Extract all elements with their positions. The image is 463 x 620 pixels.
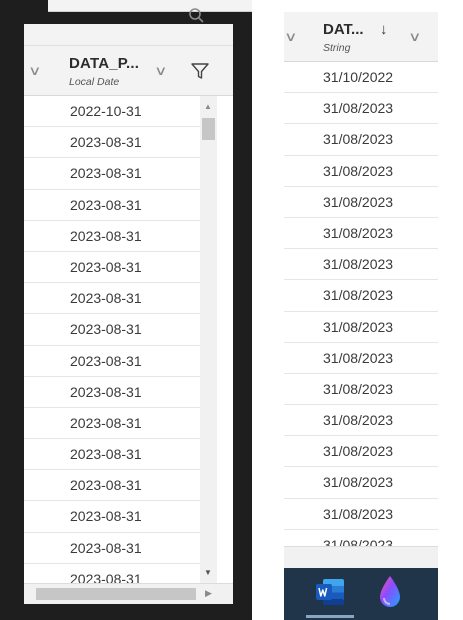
date-cell: 31/08/2023	[323, 131, 394, 148]
left-grid-subheader	[24, 24, 233, 46]
date-cell: 2023-08-31	[70, 165, 142, 182]
table-row[interactable]: 31/08/2023	[284, 156, 438, 187]
date-cell: 2023-08-31	[70, 352, 142, 369]
date-cell: 2022-10-31	[70, 103, 142, 119]
filter-icon[interactable]	[190, 61, 210, 81]
date-cell: 31/08/2023	[323, 443, 394, 460]
table-row[interactable]: 31/08/2023	[284, 374, 438, 406]
table-row[interactable]: 2023-08-31	[24, 221, 200, 252]
date-cell: 31/08/2023	[323, 318, 394, 335]
date-cell: 31/08/2023	[323, 256, 394, 273]
date-cell: 31/08/2023	[323, 505, 394, 522]
date-cell: 31/08/2023	[323, 100, 394, 117]
sort-descending-icon[interactable]: ↓	[380, 22, 388, 38]
table-row[interactable]: 31/08/2023	[284, 93, 438, 125]
date-cell: 2023-08-31	[70, 383, 142, 400]
table-row[interactable]: 2023-08-31	[24, 158, 200, 190]
date-cell: 2023-08-31	[70, 258, 142, 275]
active-app-indicator	[306, 615, 354, 618]
table-row[interactable]: 2023-08-31	[24, 533, 200, 564]
chevron-down-icon[interactable]: ∨	[28, 64, 41, 78]
vertical-scrollbar[interactable]: ▲ ▼	[200, 96, 217, 592]
scrollbar-thumb[interactable]	[36, 588, 196, 600]
date-cell: 2023-08-31	[70, 446, 142, 463]
chevron-down-icon[interactable]: ∨	[284, 30, 297, 44]
right-data-grid: ∨ DAT... String ↓ ∨ 31/10/2022 31/08/2023…	[284, 12, 438, 568]
table-row[interactable]: 31/08/2023	[284, 499, 438, 530]
column-type: String	[323, 42, 351, 54]
chevron-down-icon[interactable]: ∨	[408, 30, 421, 44]
right-row-list: 31/10/2022 31/08/2023 31/08/2023 31/08/2023…	[284, 62, 438, 561]
scroll-right-arrow-icon[interactable]: ▶	[205, 588, 212, 599]
table-row[interactable]: 2023-08-31	[24, 252, 200, 284]
date-cell: 31/08/2023	[323, 412, 394, 429]
scrollbar-thumb[interactable]	[202, 118, 215, 140]
table-row[interactable]: 2023-08-31	[24, 346, 200, 377]
table-row[interactable]: 2023-08-31	[24, 314, 200, 346]
date-cell: 31/08/2023	[323, 193, 394, 210]
left-grid-gutter	[217, 96, 233, 604]
table-row[interactable]: 31/08/2023	[284, 124, 438, 156]
search-icon[interactable]	[188, 8, 208, 24]
column-title: DAT...	[323, 21, 364, 38]
table-row[interactable]: 2023-08-31	[24, 470, 200, 502]
scroll-down-arrow-icon[interactable]: ▼	[204, 568, 212, 577]
table-row[interactable]: 2023-08-31	[24, 377, 200, 408]
table-row[interactable]: 31/10/2022	[284, 62, 438, 94]
left-window: ∨ DATA_P... Local Date ∨ 2022-10-31 2023-…	[0, 0, 252, 620]
taskbar	[284, 568, 438, 620]
date-cell: 31/08/2023	[323, 474, 394, 491]
date-cell: 2023-08-31	[70, 414, 142, 431]
table-row[interactable]: 31/08/2023	[284, 436, 438, 468]
date-cell: 2023-08-31	[70, 227, 142, 244]
table-row[interactable]: 2023-08-31	[24, 127, 200, 159]
date-cell: 2023-08-31	[70, 321, 142, 338]
table-row[interactable]: 31/08/2023	[284, 249, 438, 281]
table-row[interactable]: 31/08/2023	[284, 280, 438, 312]
date-cell: 31/10/2022	[323, 69, 394, 85]
horizontal-scrollbar[interactable]: ▶	[24, 583, 233, 604]
table-row[interactable]: 2023-08-31	[24, 501, 200, 533]
date-cell: 2023-08-31	[70, 477, 142, 494]
table-row[interactable]: 31/08/2023	[284, 218, 438, 250]
date-cell: 2023-08-31	[70, 539, 142, 556]
column-title: DATA_P...	[69, 55, 140, 72]
date-cell: 31/08/2023	[323, 224, 394, 241]
date-cell: 2023-08-31	[70, 196, 142, 213]
left-column-header[interactable]: ∨ DATA_P... Local Date ∨	[24, 46, 233, 96]
column-type: Local Date	[69, 76, 120, 88]
table-row[interactable]: 2023-08-31	[24, 439, 200, 471]
date-cell: 2023-08-31	[70, 134, 142, 151]
table-row[interactable]: 2023-08-31	[24, 408, 200, 440]
date-cell: 31/08/2023	[323, 349, 394, 366]
table-row[interactable]: 2023-08-31	[24, 283, 200, 315]
date-cell: 31/08/2023	[323, 287, 394, 304]
date-cell: 2023-08-31	[70, 290, 142, 307]
date-cell: 31/08/2023	[323, 162, 394, 179]
table-row[interactable]: 31/08/2023	[284, 467, 438, 499]
paint-app-icon[interactable]	[376, 574, 404, 610]
table-row[interactable]: 31/08/2023	[284, 405, 438, 437]
scroll-up-arrow-icon[interactable]: ▲	[204, 102, 212, 111]
left-row-list: 2022-10-31 2023-08-31 2023-08-31 2023-08-31…	[24, 96, 200, 595]
left-top-toolbar	[48, 0, 252, 12]
word-app-icon[interactable]	[314, 577, 346, 607]
table-row[interactable]: 2022-10-31	[24, 96, 200, 128]
table-row[interactable]: 31/08/2023	[284, 343, 438, 374]
right-column-header[interactable]: ∨ DAT... String ↓ ∨	[284, 12, 438, 62]
table-row[interactable]: 31/08/2023	[284, 312, 438, 343]
date-cell: 2023-08-31	[70, 508, 142, 525]
table-row[interactable]: 2023-08-31	[24, 190, 200, 221]
table-row[interactable]: 31/08/2023	[284, 187, 438, 218]
chevron-down-icon[interactable]: ∨	[154, 64, 167, 78]
left-data-grid: ∨ DATA_P... Local Date ∨ 2022-10-31 2023-…	[24, 24, 233, 604]
right-horizontal-scrollbar[interactable]	[284, 546, 438, 568]
date-cell: 31/08/2023	[323, 380, 394, 397]
